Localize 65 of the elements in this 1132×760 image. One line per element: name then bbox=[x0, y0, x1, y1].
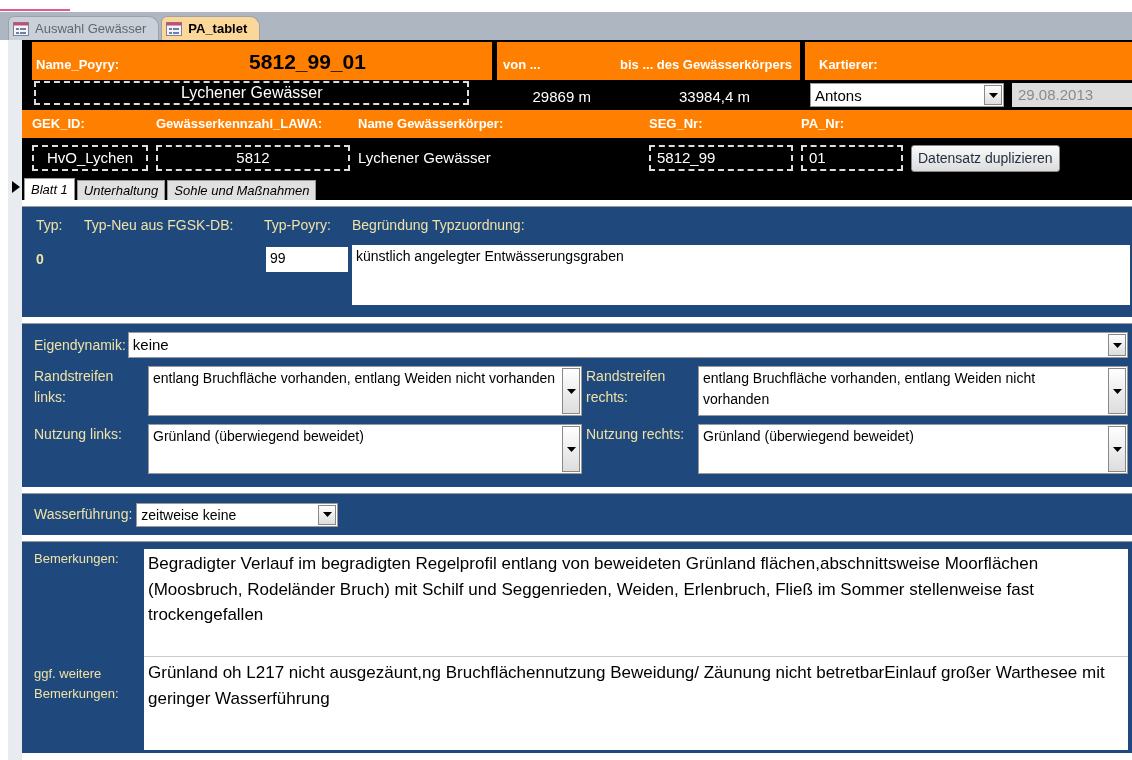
text-field[interactable]: 01 bbox=[801, 145, 903, 171]
caret-icon bbox=[566, 388, 576, 394]
form-icon bbox=[166, 21, 183, 36]
field-value: Lychener Gewässer bbox=[358, 147, 492, 168]
dropdown-button[interactable] bbox=[1108, 368, 1126, 414]
begruendung-field[interactable]: künstlich angelegter Entwässerungsgraben bbox=[352, 245, 1130, 305]
remark-field[interactable]: Begradigter Verlauf im begradigten Regelprofil entlang von beweideten Grünland flächen,abschnittsweise Moorflächen (Moosbruch, Rodeländer Bruch) mit Schilf und Seggenrieden, Weiden, Erlenbruch, Fließ im Sommer stellenweise fast trockengefallen bbox=[144, 549, 1128, 656]
record-name: 5812_99_01 bbox=[249, 49, 366, 75]
field-label: Nutzung links: bbox=[34, 425, 123, 444]
form-tab[interactable]: Sohle und Maßnahmen bbox=[167, 180, 317, 200]
text-field[interactable]: 5812 bbox=[156, 145, 350, 171]
caret-icon bbox=[322, 512, 332, 517]
bis-label: bis ... des Gewässerkörpers bbox=[620, 55, 792, 74]
dropdown-field[interactable]: entlang Bruchfläche vorhanden, entlang Weiden nicht vorhanden bbox=[148, 366, 582, 416]
dropdown-button[interactable] bbox=[1108, 426, 1126, 472]
duplicate-button[interactable]: Datensatz duplizieren bbox=[911, 144, 1060, 172]
form-tab[interactable]: Blatt 1 bbox=[24, 178, 75, 200]
caret-icon bbox=[1112, 446, 1122, 452]
dropdown-field[interactable]: entlang Bruchfläche vorhanden, entlang Weiden nicht vorhanden bbox=[698, 366, 1128, 416]
bis-value: 33984,4 m bbox=[679, 86, 750, 107]
field-label: SEG_Nr: bbox=[649, 115, 704, 134]
kartierer-label: Kartierer: bbox=[819, 55, 878, 74]
wasserfuehrung-label: Wasserführung: bbox=[34, 505, 133, 524]
dropdown-field[interactable]: Grünland (überwiegend beweidet) bbox=[698, 424, 1128, 474]
field-label: Name Gewässerkörper: bbox=[358, 115, 505, 134]
remark-label: ggf. weitere Bemerkungen: bbox=[34, 665, 120, 703]
caret-icon bbox=[1112, 342, 1122, 348]
dropdown-field[interactable]: keine bbox=[127, 332, 1128, 358]
remark-label: Bemerkungen: bbox=[34, 550, 120, 568]
field-label: GEK_ID: bbox=[32, 115, 86, 134]
field-label: Gewässerkennzahl_LAWA: bbox=[156, 115, 324, 134]
caret-icon bbox=[988, 92, 998, 98]
field-label: Randstreifen links: bbox=[34, 367, 115, 407]
caret-icon bbox=[566, 446, 576, 452]
dropdown-button[interactable] bbox=[318, 504, 337, 525]
typ-poyry-label: Typ-Poyry: bbox=[264, 216, 332, 235]
dropdown-button[interactable] bbox=[562, 426, 580, 472]
von-value: 29869 m bbox=[532, 86, 591, 107]
eigendynamik-label: Eigendynamik: bbox=[34, 335, 126, 355]
field-label: Nutzung rechts: bbox=[586, 425, 686, 444]
remark-field[interactable]: Grünland oh L217 nicht ausgezäunt,ng Bruchflächennutzung Beweidung/ Zäunung nicht betretbarEinlauf großer Warthesee mit geringer Wasserführung bbox=[144, 656, 1128, 750]
form-tab[interactable]: Unterhaltung bbox=[76, 180, 166, 200]
document-tab[interactable]: Auswahl Gewässer bbox=[8, 16, 160, 40]
dropdown-button[interactable] bbox=[984, 85, 1002, 105]
field-label: Randstreifen rechts: bbox=[586, 367, 667, 407]
name-field[interactable]: Lychener Gewässer bbox=[34, 81, 470, 105]
typ-label: Typ: bbox=[36, 216, 64, 235]
text-field[interactable]: HvO_Lychen bbox=[32, 145, 148, 171]
typ-poyry-field[interactable]: 99 bbox=[266, 247, 348, 272]
dropdown-button[interactable] bbox=[1108, 334, 1126, 356]
document-tab[interactable]: PA_tablet bbox=[161, 16, 261, 40]
dropdown-field[interactable]: Antons bbox=[810, 83, 1004, 107]
form-icon bbox=[13, 21, 29, 36]
typ-neu-label: Typ-Neu aus FGSK-DB: bbox=[84, 216, 235, 235]
typ-value: 0 bbox=[36, 250, 45, 269]
dropdown-field[interactable]: Grünland (überwiegend beweidet) bbox=[148, 424, 582, 474]
text-field[interactable]: 5812_99 bbox=[649, 145, 793, 171]
caret-icon bbox=[1112, 388, 1122, 394]
dropdown-field[interactable]: zeitweise keine bbox=[136, 502, 339, 527]
field-label: PA_Nr: bbox=[801, 115, 846, 134]
von-label: von ... bbox=[503, 55, 541, 74]
record-selector-icon bbox=[12, 181, 20, 193]
dropdown-button[interactable] bbox=[562, 368, 580, 414]
begruendung-label: Begründung Typzuordnung: bbox=[352, 216, 526, 235]
name-label: Name_Poyry: bbox=[36, 55, 120, 74]
